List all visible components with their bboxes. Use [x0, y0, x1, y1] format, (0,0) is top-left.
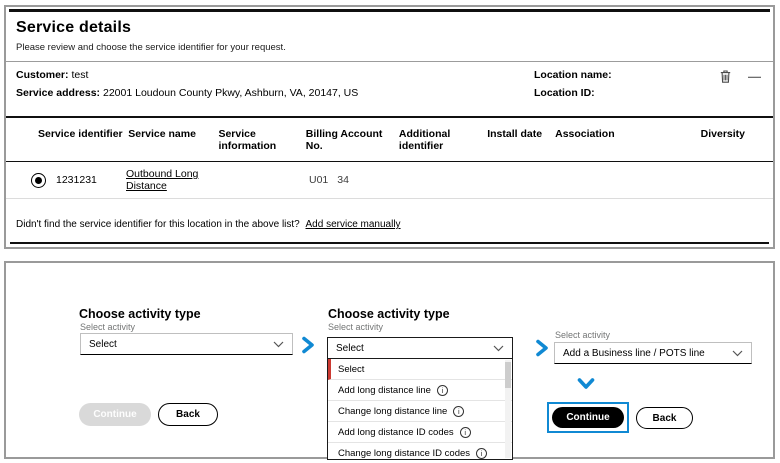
minus-icon: — [748, 69, 761, 84]
service-name-link[interactable]: Outbound Long Distance [126, 168, 198, 192]
footer-question-text: Didn't find the service identifier for t… [16, 219, 300, 230]
step-arrow-right-icon [301, 336, 315, 354]
col-header-service-information: Service information [218, 128, 277, 152]
cell-service-identifier: 1231231 [56, 174, 97, 186]
dropdown-scrollbar[interactable] [505, 360, 511, 458]
service-address-label: Service address: [16, 87, 101, 99]
info-icon[interactable]: i [436, 384, 448, 396]
step1-select-value: Select [89, 338, 117, 350]
option-label: Change long distance line [338, 405, 448, 417]
step3-select-value: Add a Business line / POTS line [563, 347, 705, 359]
location-block: Location name: Location ID: [534, 69, 612, 105]
step1-activity-select[interactable]: Select [80, 333, 293, 355]
step1-select-label: Select activity [80, 322, 136, 332]
customer-line: Customer: test [16, 69, 763, 81]
table-row: 1231231 Outbound Long Distance U01 34 [6, 162, 773, 198]
add-service-manually-link[interactable]: Add service manually [306, 219, 401, 230]
chevron-down-icon [273, 341, 284, 348]
collapse-card-button[interactable]: — [748, 70, 761, 83]
col-header-diversity: Diversity [700, 128, 745, 140]
service-radio-selected[interactable] [31, 172, 46, 188]
service-details-panel: Service details Please review and choose… [4, 5, 775, 249]
billing-account-suffix: 34 [337, 174, 349, 186]
choose-activity-panel: Choose activity type Select activity Sel… [4, 261, 775, 460]
col-header-install-date: Install date [487, 128, 543, 140]
option-label: Change long distance ID codes [338, 447, 471, 459]
service-address-value: 22001 Loudoun County Pkwy, Ashburn, VA, … [102, 87, 359, 99]
step1-back-button[interactable]: Back [158, 403, 218, 426]
page-title: Service details [16, 19, 132, 36]
trash-icon [720, 70, 731, 83]
service-details-header: Service details Please review and choose… [6, 12, 773, 55]
card-actions: — [720, 70, 761, 83]
customer-value: test [71, 69, 89, 81]
service-address-line: Service address: 22001 Loudoun County Pk… [16, 87, 763, 99]
step2-heading: Choose activity type [328, 307, 450, 322]
info-icon[interactable]: i [459, 426, 471, 438]
step3-select-label: Select activity [555, 330, 611, 340]
step2-activity-select[interactable]: Select [327, 337, 513, 359]
dropdown-option-change-long-distance-id-codes[interactable]: Change long distance ID codes i [328, 443, 512, 459]
dropdown-option-select[interactable]: Select [328, 359, 512, 380]
scrollbar-thumb[interactable] [505, 362, 511, 388]
dropdown-option-add-long-distance-line[interactable]: Add long distance line i [328, 380, 512, 401]
info-icon[interactable]: i [453, 405, 465, 417]
step2-select-value: Select [336, 342, 364, 354]
location-name-label: Location name: [534, 69, 612, 81]
arrow-down-icon [577, 377, 595, 391]
continue-focus-outline: Continue [547, 402, 629, 433]
info-icon[interactable]: i [476, 447, 488, 459]
col-header-association: Association [555, 128, 615, 140]
step3-activity-select[interactable]: Add a Business line / POTS line [554, 342, 752, 364]
col-header-additional-identifier: Additional identifier [398, 128, 451, 152]
cell-service-name: Outbound Long Distance [126, 168, 219, 192]
delete-location-button[interactable] [720, 70, 731, 83]
customer-label: Customer: [16, 69, 69, 81]
billing-account-prefix: U01 [309, 174, 329, 186]
step3-back-button[interactable]: Back [636, 407, 693, 429]
table-footer: Didn't find the service identifier for t… [6, 199, 773, 230]
option-label: Add long distance line [338, 384, 431, 396]
col-header-billing-account: Billing Account No. [305, 128, 383, 152]
customer-info-section: Customer: test Service address: 22001 Lo… [6, 62, 773, 116]
step-arrow-right-icon [535, 339, 549, 357]
bottom-rule [10, 242, 769, 244]
location-id-label: Location ID: [534, 87, 595, 99]
step1-continue-button[interactable]: Continue [79, 403, 151, 426]
step3-continue-button[interactable]: Continue [552, 407, 624, 428]
dropdown-option-add-long-distance-id-codes[interactable]: Add long distance ID codes i [328, 422, 512, 443]
option-label: Select [338, 363, 365, 375]
chevron-down-icon [732, 350, 743, 357]
chevron-down-icon [493, 345, 504, 352]
page-subtitle: Please review and choose the service ide… [16, 42, 286, 53]
option-label: Add long distance ID codes [338, 426, 454, 438]
col-header-service-name: Service name [128, 128, 196, 140]
activity-dropdown-list: Select Add long distance line i Change l… [327, 359, 513, 460]
radio-dot-icon [35, 176, 42, 184]
service-table-header: Service identifier Service name Service … [6, 118, 773, 161]
step2-select-label: Select activity [328, 322, 384, 332]
cell-billing-account: U01 34 [309, 174, 405, 186]
step1-heading: Choose activity type [79, 307, 201, 322]
dropdown-option-change-long-distance-line[interactable]: Change long distance line i [328, 401, 512, 422]
col-header-service-identifier: Service identifier [38, 128, 123, 140]
